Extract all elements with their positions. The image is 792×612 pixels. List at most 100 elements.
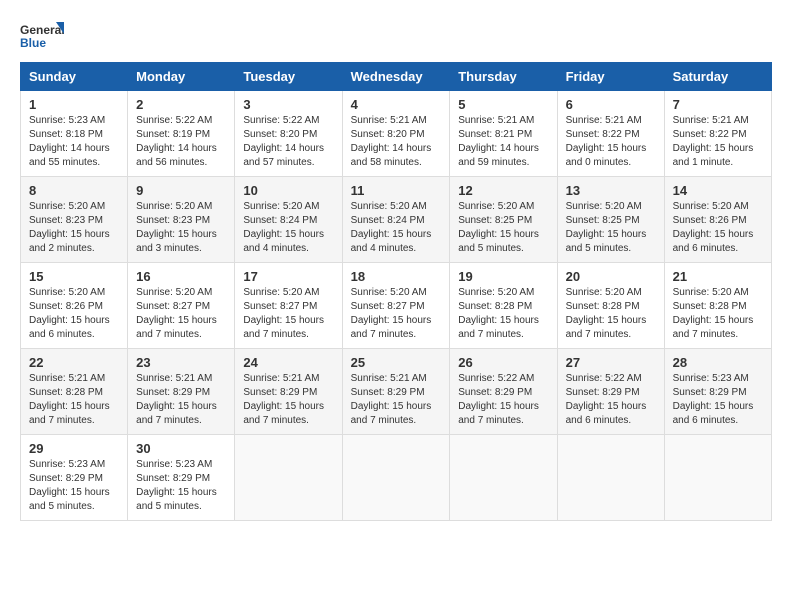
sunset-label: Sunset: 8:29 PM [136,387,210,398]
calendar-cell: 22 Sunrise: 5:21 AM Sunset: 8:28 PM Dayl… [21,349,128,435]
sunrise-label: Sunrise: 5:20 AM [351,287,427,298]
sunset-label: Sunset: 8:22 PM [566,129,640,140]
day-info: Sunrise: 5:22 AM Sunset: 8:29 PM Dayligh… [566,372,656,428]
day-number: 28 [673,355,763,370]
sunrise-label: Sunrise: 5:21 AM [351,373,427,384]
daylight-label: Daylight: 15 hours and 6 minutes. [29,315,110,340]
weekday-header-wednesday: Wednesday [342,63,450,91]
sunset-label: Sunset: 8:28 PM [566,301,640,312]
sunset-label: Sunset: 8:20 PM [243,129,317,140]
calendar-cell: 16 Sunrise: 5:20 AM Sunset: 8:27 PM Dayl… [128,263,235,349]
sunset-label: Sunset: 8:28 PM [458,301,532,312]
day-number: 1 [29,97,119,112]
sunrise-label: Sunrise: 5:20 AM [29,201,105,212]
day-number: 13 [566,183,656,198]
logo-svg: General Blue [20,20,64,52]
calendar-cell: 4 Sunrise: 5:21 AM Sunset: 8:20 PM Dayli… [342,91,450,177]
sunset-label: Sunset: 8:26 PM [29,301,103,312]
daylight-label: Daylight: 14 hours and 59 minutes. [458,143,539,168]
day-number: 10 [243,183,333,198]
day-info: Sunrise: 5:23 AM Sunset: 8:29 PM Dayligh… [136,458,226,514]
sunset-label: Sunset: 8:24 PM [243,215,317,226]
calendar-cell: 13 Sunrise: 5:20 AM Sunset: 8:25 PM Dayl… [557,177,664,263]
day-info: Sunrise: 5:20 AM Sunset: 8:23 PM Dayligh… [136,200,226,256]
sunset-label: Sunset: 8:27 PM [243,301,317,312]
day-info: Sunrise: 5:20 AM Sunset: 8:27 PM Dayligh… [136,286,226,342]
sunset-label: Sunset: 8:29 PM [136,473,210,484]
sunrise-label: Sunrise: 5:22 AM [458,373,534,384]
day-number: 23 [136,355,226,370]
sunset-label: Sunset: 8:25 PM [566,215,640,226]
weekday-header-friday: Friday [557,63,664,91]
daylight-label: Daylight: 15 hours and 1 minute. [673,143,754,168]
day-number: 15 [29,269,119,284]
daylight-label: Daylight: 15 hours and 6 minutes. [673,229,754,254]
day-info: Sunrise: 5:20 AM Sunset: 8:28 PM Dayligh… [458,286,548,342]
daylight-label: Daylight: 15 hours and 7 minutes. [243,315,324,340]
day-number: 29 [29,441,119,456]
day-number: 7 [673,97,763,112]
day-info: Sunrise: 5:21 AM Sunset: 8:29 PM Dayligh… [351,372,442,428]
svg-text:General: General [20,23,64,37]
calendar-cell [235,435,342,521]
sunrise-label: Sunrise: 5:20 AM [673,201,749,212]
day-info: Sunrise: 5:20 AM Sunset: 8:25 PM Dayligh… [458,200,548,256]
calendar-cell: 21 Sunrise: 5:20 AM Sunset: 8:28 PM Dayl… [664,263,771,349]
calendar-week-1: 1 Sunrise: 5:23 AM Sunset: 8:18 PM Dayli… [21,91,772,177]
sunrise-label: Sunrise: 5:20 AM [458,201,534,212]
daylight-label: Daylight: 15 hours and 3 minutes. [136,229,217,254]
sunrise-label: Sunrise: 5:23 AM [136,459,212,470]
day-info: Sunrise: 5:20 AM Sunset: 8:24 PM Dayligh… [243,200,333,256]
calendar-header-row: SundayMondayTuesdayWednesdayThursdayFrid… [21,63,772,91]
calendar-cell: 5 Sunrise: 5:21 AM Sunset: 8:21 PM Dayli… [450,91,557,177]
day-info: Sunrise: 5:21 AM Sunset: 8:28 PM Dayligh… [29,372,119,428]
daylight-label: Daylight: 15 hours and 6 minutes. [566,401,647,426]
day-number: 14 [673,183,763,198]
day-info: Sunrise: 5:20 AM Sunset: 8:26 PM Dayligh… [29,286,119,342]
sunrise-label: Sunrise: 5:20 AM [673,287,749,298]
day-number: 12 [458,183,548,198]
weekday-header-monday: Monday [128,63,235,91]
calendar-cell: 15 Sunrise: 5:20 AM Sunset: 8:26 PM Dayl… [21,263,128,349]
day-number: 27 [566,355,656,370]
daylight-label: Daylight: 15 hours and 7 minutes. [673,315,754,340]
day-info: Sunrise: 5:20 AM Sunset: 8:27 PM Dayligh… [243,286,333,342]
sunset-label: Sunset: 8:27 PM [136,301,210,312]
calendar-cell: 29 Sunrise: 5:23 AM Sunset: 8:29 PM Dayl… [21,435,128,521]
daylight-label: Daylight: 15 hours and 7 minutes. [458,315,539,340]
day-info: Sunrise: 5:23 AM Sunset: 8:29 PM Dayligh… [673,372,763,428]
calendar-week-2: 8 Sunrise: 5:20 AM Sunset: 8:23 PM Dayli… [21,177,772,263]
calendar-cell: 30 Sunrise: 5:23 AM Sunset: 8:29 PM Dayl… [128,435,235,521]
sunset-label: Sunset: 8:20 PM [351,129,425,140]
sunrise-label: Sunrise: 5:22 AM [136,115,212,126]
weekday-header-tuesday: Tuesday [235,63,342,91]
calendar-cell: 9 Sunrise: 5:20 AM Sunset: 8:23 PM Dayli… [128,177,235,263]
calendar-cell: 19 Sunrise: 5:20 AM Sunset: 8:28 PM Dayl… [450,263,557,349]
sunrise-label: Sunrise: 5:22 AM [566,373,642,384]
sunset-label: Sunset: 8:29 PM [29,473,103,484]
daylight-label: Daylight: 15 hours and 7 minutes. [136,315,217,340]
calendar-week-3: 15 Sunrise: 5:20 AM Sunset: 8:26 PM Dayl… [21,263,772,349]
sunrise-label: Sunrise: 5:23 AM [29,459,105,470]
sunset-label: Sunset: 8:24 PM [351,215,425,226]
calendar-cell: 10 Sunrise: 5:20 AM Sunset: 8:24 PM Dayl… [235,177,342,263]
day-number: 18 [351,269,442,284]
calendar-cell [664,435,771,521]
day-number: 19 [458,269,548,284]
day-number: 24 [243,355,333,370]
weekday-header-sunday: Sunday [21,63,128,91]
svg-text:Blue: Blue [20,36,46,50]
day-info: Sunrise: 5:21 AM Sunset: 8:22 PM Dayligh… [673,114,763,170]
daylight-label: Daylight: 15 hours and 4 minutes. [243,229,324,254]
calendar-cell: 18 Sunrise: 5:20 AM Sunset: 8:27 PM Dayl… [342,263,450,349]
page-header: General Blue [20,20,772,52]
day-number: 30 [136,441,226,456]
day-info: Sunrise: 5:20 AM Sunset: 8:26 PM Dayligh… [673,200,763,256]
calendar-cell [557,435,664,521]
calendar-table: SundayMondayTuesdayWednesdayThursdayFrid… [20,62,772,521]
day-number: 22 [29,355,119,370]
sunrise-label: Sunrise: 5:20 AM [566,201,642,212]
daylight-label: Daylight: 15 hours and 7 minutes. [243,401,324,426]
day-info: Sunrise: 5:20 AM Sunset: 8:23 PM Dayligh… [29,200,119,256]
calendar-week-5: 29 Sunrise: 5:23 AM Sunset: 8:29 PM Dayl… [21,435,772,521]
